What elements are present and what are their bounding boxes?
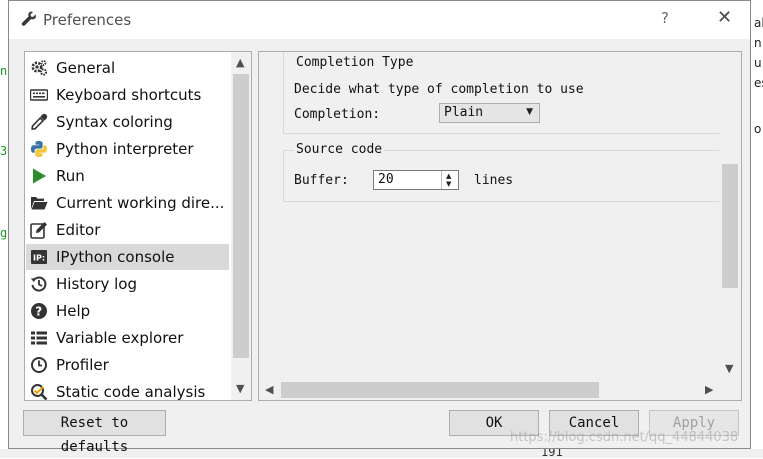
scroll-right-arrow-icon[interactable]: ▶ <box>705 383 713 396</box>
wrench-icon <box>21 11 36 26</box>
background-text: al <box>754 16 763 30</box>
nav-item-current-working-directory[interactable]: Current working dire... <box>26 190 229 216</box>
completion-combobox[interactable]: Plain ▼ <box>439 103 540 123</box>
background-text: o <box>754 122 762 136</box>
nav-item-ipython-console[interactable]: IP: IPython console <box>26 244 229 270</box>
settings-panel: Completion Type Decide what type of comp… <box>258 51 742 401</box>
play-icon <box>33 168 46 184</box>
completion-type-group: Completion Type Decide what type of comp… <box>283 52 723 134</box>
chevron-down-icon: ▼ <box>526 107 533 117</box>
python-icon <box>31 141 47 157</box>
nav-scrollbar-thumb[interactable] <box>233 74 249 358</box>
buffer-value: 20 <box>378 172 394 187</box>
source-code-group: Source code Buffer: 20 ▲ ▼ lines <box>283 142 723 202</box>
scroll-up-arrow-icon[interactable]: ▲ <box>236 56 244 69</box>
nav-item-label: Editor <box>56 221 101 239</box>
completion-description: Decide what type of completion to use <box>294 82 584 97</box>
title-bar: Preferences ? ✕ <box>9 1 750 39</box>
nav-item-label: Keyboard shortcuts <box>56 86 202 104</box>
background-text: n <box>754 36 762 50</box>
nav-item-label: Static code analysis <box>56 383 206 401</box>
nav-item-label: Help <box>56 302 91 320</box>
preferences-dialog: Preferences ? ✕ General Keyboard shortcu… <box>8 0 751 455</box>
completion-value: Plain <box>444 105 484 120</box>
background-text: u <box>754 56 762 70</box>
spin-up-icon[interactable]: ▲ <box>446 172 451 180</box>
nav-item-label: Python interpreter <box>56 140 194 158</box>
clock-icon <box>31 357 47 373</box>
ipython-icon: IP: <box>31 250 47 264</box>
buffer-spinbox[interactable]: 20 ▲ ▼ <box>373 170 459 190</box>
scroll-left-arrow-icon[interactable]: ◀ <box>265 383 273 396</box>
background-panel-right: al n u es o <box>751 0 763 458</box>
nav-item-keyboard-shortcuts[interactable]: Keyboard shortcuts <box>26 82 229 108</box>
keyboard-icon <box>30 89 48 101</box>
completion-type-title: Completion Type <box>294 55 416 70</box>
nav-item-label: IPython console <box>56 248 175 266</box>
nav-item-label: History log <box>56 275 137 293</box>
svg-text:?: ? <box>35 305 42 319</box>
watermark-text: https://blog.csdn.net/qq_44844038 <box>510 430 739 445</box>
dialog-title: Preferences <box>43 11 132 29</box>
nav-item-editor[interactable]: Editor <box>26 217 229 243</box>
question-circle-icon: ? <box>31 303 47 319</box>
nav-item-history-log[interactable]: History log <box>26 271 229 297</box>
preferences-nav-list[interactable]: General Keyboard shortcuts Syntax colori… <box>24 51 252 401</box>
buffer-suffix: lines <box>474 173 514 188</box>
scroll-down-arrow-icon[interactable]: ▼ <box>236 382 244 395</box>
panel-horizontal-scrollbar-thumb[interactable] <box>281 382 599 398</box>
nav-item-label: General <box>56 59 116 77</box>
eyedropper-icon <box>31 113 48 130</box>
reset-to-defaults-button[interactable]: Reset to defaults <box>23 410 166 455</box>
source-code-title: Source code <box>294 142 385 157</box>
nav-item-help[interactable]: ? Help <box>26 298 229 324</box>
background-text: g <box>0 226 8 240</box>
panel-horizontal-scrollbar[interactable]: ◀ ▶ <box>259 380 741 400</box>
magnifier-check-icon <box>31 384 48 400</box>
nav-item-label: Run <box>56 167 85 185</box>
nav-item-run[interactable]: Run <box>26 163 229 189</box>
svg-text:IP:: IP: <box>33 254 45 263</box>
nav-item-profiler[interactable]: Profiler <box>26 352 229 378</box>
nav-item-python-interpreter[interactable]: Python interpreter <box>26 136 229 162</box>
nav-item-general[interactable]: General <box>26 55 229 81</box>
table-list-icon <box>31 331 47 345</box>
nav-item-syntax-coloring[interactable]: Syntax coloring <box>26 109 229 135</box>
panel-vertical-scrollbar[interactable]: ▼ <box>719 52 741 380</box>
nav-item-label: Variable explorer <box>56 329 184 347</box>
scroll-down-arrow-icon[interactable]: ▼ <box>725 362 733 375</box>
buffer-label: Buffer: <box>294 173 349 188</box>
background-text: 3 <box>0 144 8 158</box>
folder-open-icon <box>31 197 48 210</box>
edit-icon <box>30 222 47 239</box>
nav-item-label: Current working dire... <box>56 194 225 212</box>
panel-vertical-scrollbar-thumb[interactable] <box>722 164 738 288</box>
spin-buttons[interactable]: ▲ ▼ <box>441 171 458 189</box>
gears-icon <box>31 60 48 76</box>
background-text: es <box>754 76 763 90</box>
nav-item-label: Profiler <box>56 356 109 374</box>
nav-item-static-code-analysis[interactable]: Static code analysis <box>26 379 229 401</box>
spin-down-icon[interactable]: ▼ <box>446 180 451 188</box>
help-button[interactable]: ? <box>661 9 669 27</box>
close-button[interactable]: ✕ <box>717 7 732 28</box>
completion-label: Completion: <box>294 107 381 122</box>
nav-item-label: Syntax coloring <box>56 113 173 131</box>
history-icon <box>30 276 47 292</box>
nav-scrollbar[interactable]: ▲ ▼ <box>231 52 251 400</box>
nav-item-variable-explorer[interactable]: Variable explorer <box>26 325 229 351</box>
